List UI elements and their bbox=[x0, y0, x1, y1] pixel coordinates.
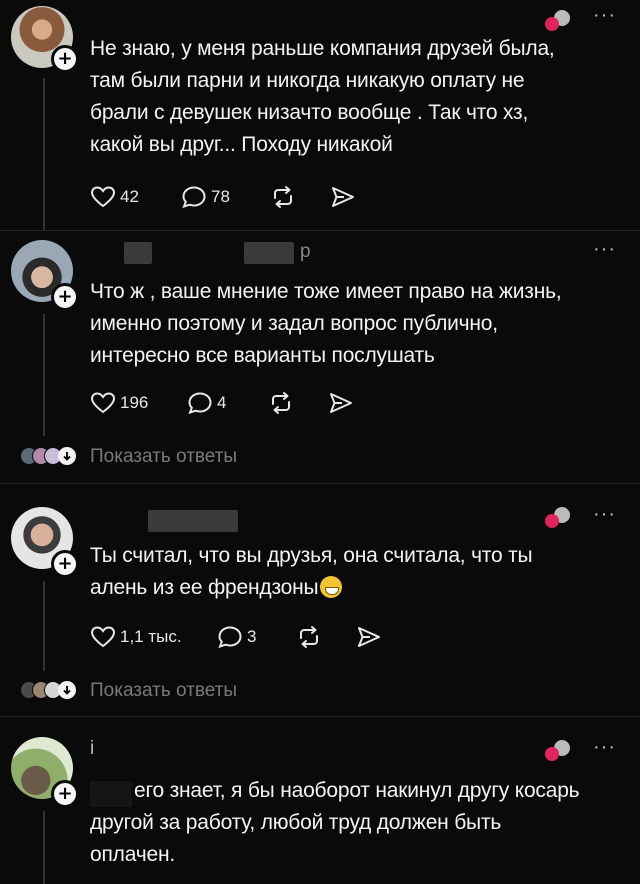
speech-bubble-icon bbox=[218, 626, 242, 649]
reply-count: 3 bbox=[247, 627, 257, 646]
repost-arrows-icon bbox=[272, 392, 290, 414]
reply-button[interactable]: 78 bbox=[181, 185, 230, 209]
more-dots-icon[interactable]: ··· bbox=[593, 736, 616, 759]
send-icon bbox=[332, 187, 354, 207]
like-button[interactable]: 42 bbox=[90, 185, 139, 209]
more-dots-icon[interactable]: ··· bbox=[593, 238, 616, 261]
comment-text: Ты считал, что вы друзья, она считала, ч… bbox=[90, 544, 533, 599]
share-button[interactable] bbox=[328, 391, 354, 415]
show-replies-link[interactable]: Показать ответы bbox=[90, 446, 237, 468]
chevron-down-icon bbox=[58, 447, 76, 465]
heart-outline-icon bbox=[90, 626, 116, 648]
separator bbox=[0, 483, 640, 484]
thread-line bbox=[43, 811, 45, 884]
like-button[interactable]: 196 bbox=[90, 391, 148, 415]
username[interactable]: i bbox=[90, 738, 94, 760]
reply-avatars[interactable] bbox=[20, 681, 76, 699]
heart-reaction-icon bbox=[545, 10, 570, 31]
username-redacted bbox=[148, 510, 238, 532]
comment-text: его знает, я бы наоборот накинул другу к… bbox=[90, 779, 580, 866]
heart-reaction-icon bbox=[545, 507, 570, 528]
like-button[interactable]: 1,1 тыс. bbox=[90, 625, 182, 649]
reply-button[interactable]: 3 bbox=[217, 625, 256, 649]
username[interactable]: р bbox=[300, 241, 311, 263]
more-dots-icon[interactable]: ··· bbox=[593, 503, 616, 526]
heart-reaction-icon bbox=[545, 740, 570, 761]
like-count: 196 bbox=[120, 393, 149, 412]
more-dots-icon[interactable]: ··· bbox=[593, 4, 616, 27]
follow-plus-icon[interactable]: + bbox=[51, 780, 79, 808]
follow-plus-icon[interactable]: + bbox=[51, 550, 79, 578]
reply-avatars[interactable] bbox=[20, 447, 76, 465]
reply-count: 78 bbox=[211, 187, 230, 206]
speech-bubble-icon bbox=[188, 392, 212, 415]
repost-button[interactable] bbox=[270, 185, 296, 209]
repost-button[interactable] bbox=[296, 625, 322, 649]
grinning-emoji-icon bbox=[320, 576, 343, 598]
reply-count: 4 bbox=[217, 393, 227, 412]
repost-arrows-icon bbox=[300, 626, 318, 648]
repost-arrows-icon bbox=[274, 186, 292, 208]
send-icon bbox=[330, 393, 352, 413]
thread-line bbox=[43, 314, 45, 436]
thread-line bbox=[43, 581, 45, 671]
like-count: 1,1 тыс. bbox=[120, 627, 182, 646]
comment-text: Что ж , ваше мнение тоже имеет право на … bbox=[90, 280, 562, 367]
heart-outline-icon bbox=[90, 392, 116, 414]
separator bbox=[0, 716, 640, 717]
username-redacted bbox=[124, 242, 152, 264]
comment-text: Не знаю, у меня раньше компания друзей б… bbox=[90, 37, 555, 156]
like-count: 42 bbox=[120, 187, 139, 206]
thread-line bbox=[43, 78, 45, 230]
follow-plus-icon[interactable]: + bbox=[51, 45, 79, 73]
share-button[interactable] bbox=[356, 625, 382, 649]
speech-bubble-icon bbox=[182, 186, 206, 209]
separator bbox=[0, 230, 640, 231]
show-replies-link[interactable]: Показать ответы bbox=[90, 680, 237, 702]
username-redacted bbox=[244, 242, 294, 264]
chevron-down-icon bbox=[58, 681, 76, 699]
heart-outline-icon bbox=[90, 186, 116, 208]
repost-button[interactable] bbox=[268, 391, 294, 415]
follow-plus-icon[interactable]: + bbox=[51, 283, 79, 311]
send-icon bbox=[358, 627, 380, 647]
reply-button[interactable]: 4 bbox=[187, 391, 226, 415]
share-button[interactable] bbox=[330, 185, 356, 209]
